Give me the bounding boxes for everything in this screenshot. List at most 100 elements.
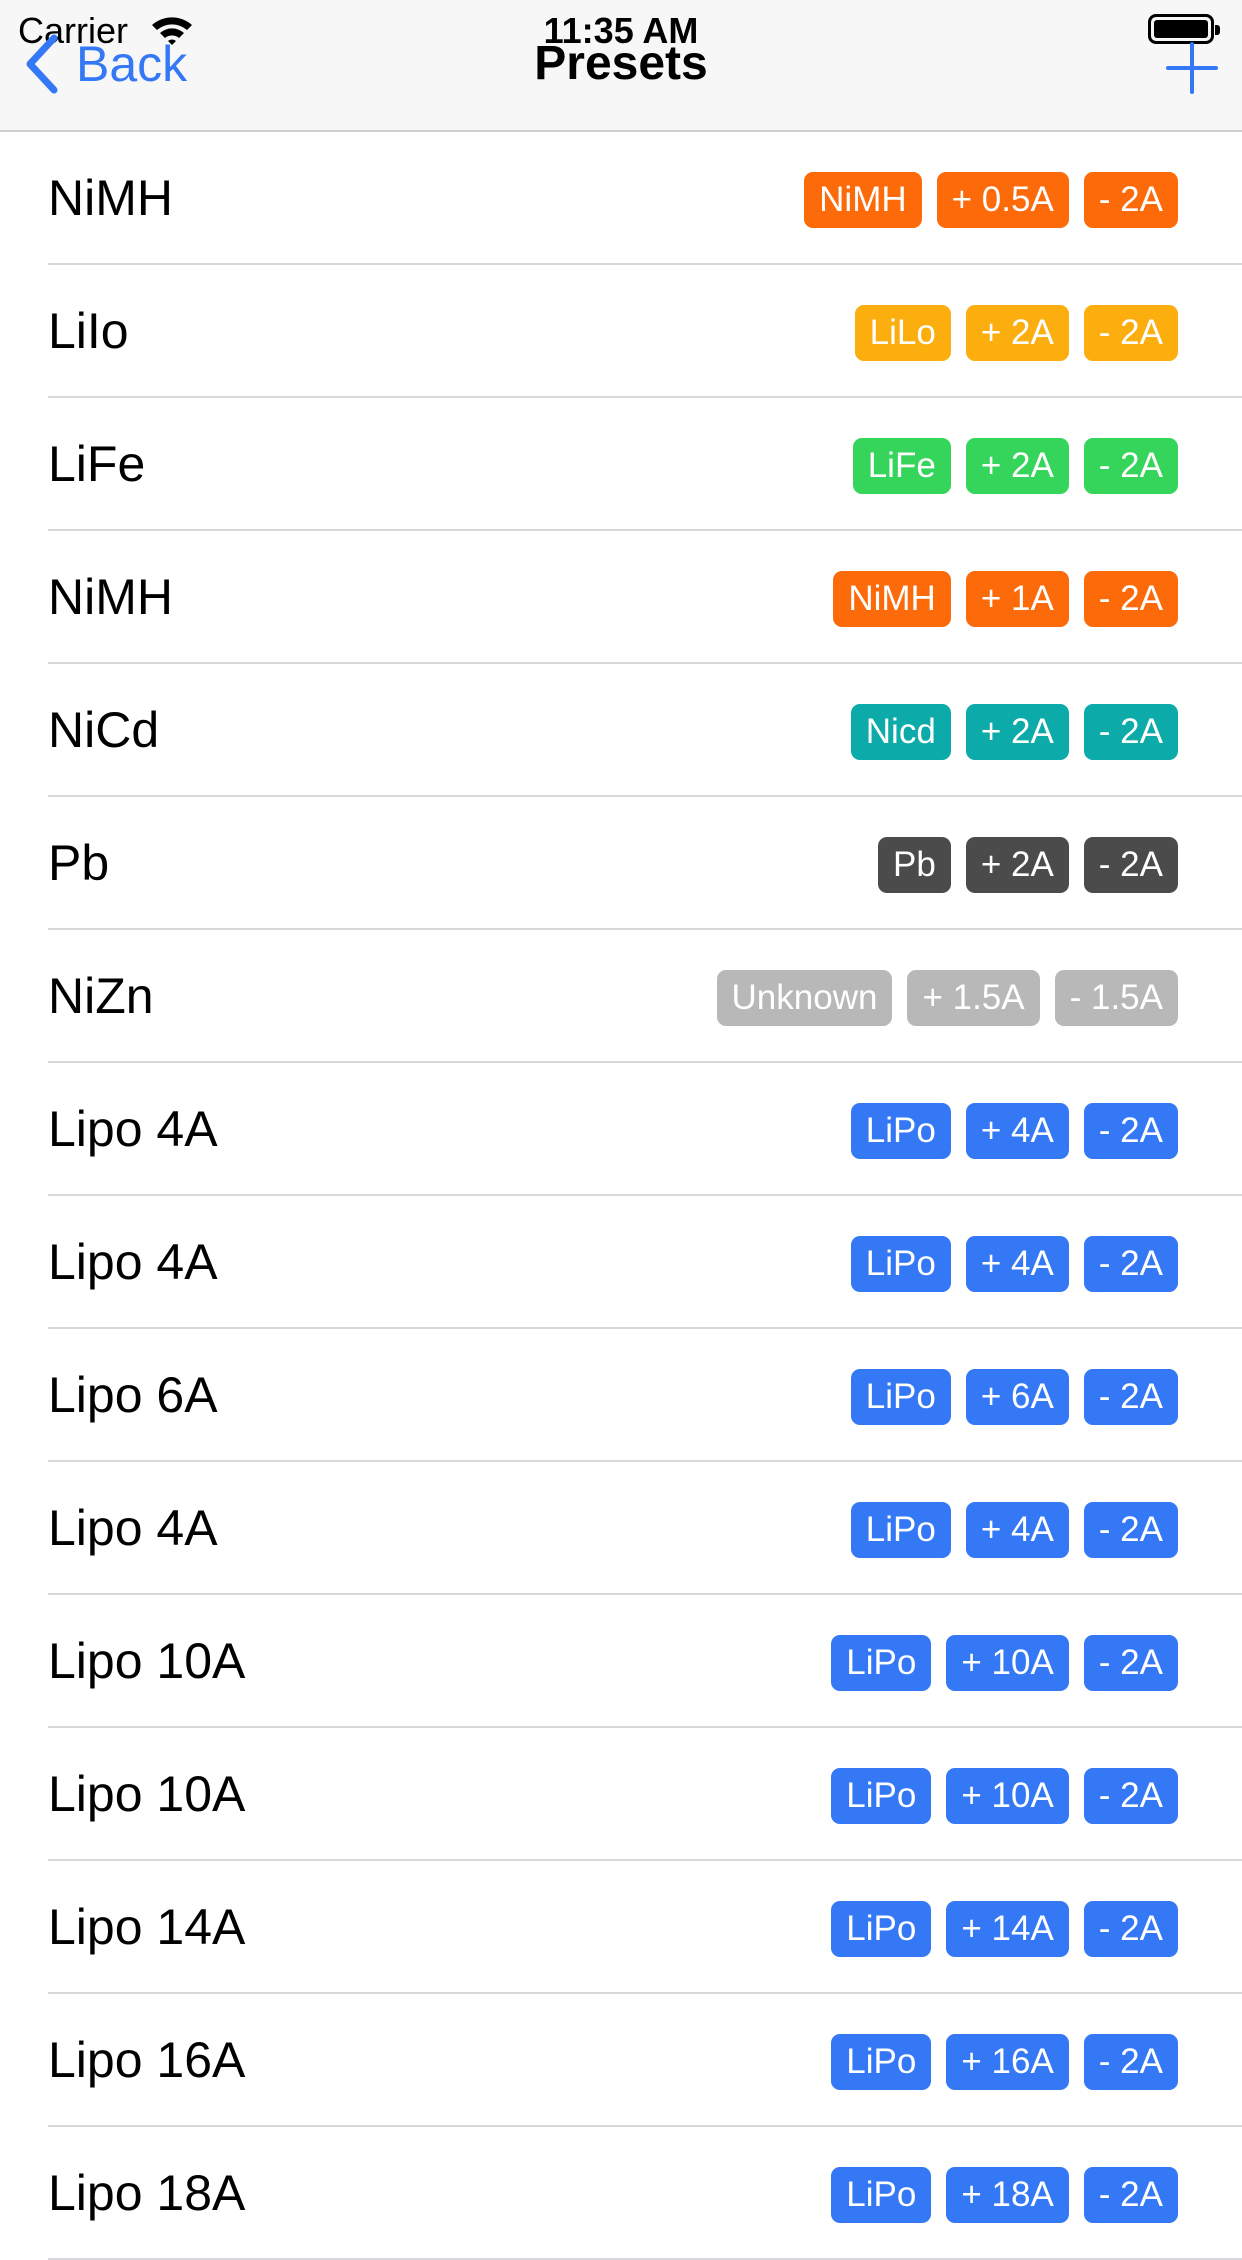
battery-type-badge: Pb	[878, 837, 951, 893]
battery-type-badge: Nicd	[850, 704, 951, 760]
preset-row[interactable]: LiFe LiFe + 2A - 2A	[0, 398, 1242, 531]
preset-row[interactable]: NiZn Unknown + 1.5A - 1.5A	[0, 930, 1242, 1063]
charge-current-badge: + 0.5A	[936, 172, 1069, 228]
battery-type-badge: LiPo	[850, 1502, 951, 1558]
preset-tags: LiPo + 6A - 2A	[850, 1369, 1178, 1425]
preset-row[interactable]: Lipo 16A LiPo + 16A - 2A	[0, 1994, 1242, 2127]
charge-current-badge: + 4A	[965, 1502, 1069, 1558]
battery-type-badge: LiPo	[831, 2167, 932, 2223]
preset-name: Lipo 4A	[48, 1101, 218, 1157]
battery-type-badge: LiPo	[831, 1768, 932, 1824]
preset-tags: LiLo + 2A - 2A	[854, 305, 1178, 361]
preset-tags: LiPo + 4A - 2A	[850, 1236, 1178, 1292]
charge-current-badge: + 18A	[946, 2167, 1069, 2223]
preset-name: Lipo 4A	[48, 1234, 218, 1290]
preset-tags: LiPo + 4A - 2A	[850, 1103, 1178, 1159]
preset-row[interactable]: Lipo 4A LiPo + 4A - 2A	[0, 1063, 1242, 1196]
preset-tags: Nicd + 2A - 2A	[850, 704, 1178, 760]
charge-current-badge: + 1A	[965, 571, 1069, 627]
preset-row[interactable]: Lipo 18A LiPo + 18A - 2A	[0, 2127, 1242, 2260]
discharge-current-badge: - 2A	[1083, 1369, 1178, 1425]
battery-type-badge: Unknown	[716, 970, 893, 1026]
battery-type-badge: LiPo	[850, 1369, 951, 1425]
discharge-current-badge: - 2A	[1083, 571, 1178, 627]
charge-current-badge: + 2A	[965, 438, 1069, 494]
preset-tags: LiPo + 10A - 2A	[831, 1635, 1178, 1691]
preset-row[interactable]: LiIo LiLo + 2A - 2A	[0, 265, 1242, 398]
discharge-current-badge: - 1.5A	[1054, 970, 1178, 1026]
preset-tags: NiMH + 1A - 2A	[833, 571, 1178, 627]
battery-type-badge: LiPo	[831, 2034, 932, 2090]
preset-row[interactable]: NiMH NiMH + 0.5A - 2A	[0, 132, 1242, 265]
discharge-current-badge: - 2A	[1083, 438, 1178, 494]
preset-row[interactable]: NiMH NiMH + 1A - 2A	[0, 531, 1242, 664]
battery-type-badge: LiPo	[831, 1635, 932, 1691]
discharge-current-badge: - 2A	[1083, 2034, 1178, 2090]
preset-name: Lipo 18A	[48, 2165, 246, 2221]
preset-tags: LiPo + 16A - 2A	[831, 2034, 1178, 2090]
preset-tags: Pb + 2A - 2A	[878, 837, 1178, 893]
preset-row[interactable]: Lipo 14A LiPo + 14A - 2A	[0, 1861, 1242, 1994]
preset-name: Lipo 16A	[48, 2032, 246, 2088]
discharge-current-badge: - 2A	[1083, 1901, 1178, 1957]
preset-name: Lipo 14A	[48, 1899, 246, 1955]
discharge-current-badge: - 2A	[1083, 1103, 1178, 1159]
preset-row[interactable]: Lipo 10A LiPo + 10A - 2A	[0, 1595, 1242, 1728]
preset-row[interactable]: Lipo 10A LiPo + 10A - 2A	[0, 1728, 1242, 1861]
battery-type-badge: LiFe	[852, 438, 951, 494]
battery-type-badge: LiPo	[831, 1901, 932, 1957]
charge-current-badge: + 1.5A	[907, 970, 1040, 1026]
preset-tags: NiMH + 0.5A - 2A	[804, 172, 1178, 228]
battery-type-badge: LiPo	[850, 1236, 951, 1292]
add-preset-button[interactable]	[1164, 40, 1220, 96]
preset-name: NiMH	[48, 170, 173, 226]
charge-current-badge: + 16A	[946, 2034, 1069, 2090]
preset-name: NiMH	[48, 569, 173, 625]
preset-name: Lipo 6A	[48, 1367, 218, 1423]
charge-current-badge: + 10A	[946, 1635, 1069, 1691]
preset-row[interactable]: NiCd Nicd + 2A - 2A	[0, 664, 1242, 797]
presets-list: NiMH NiMH + 0.5A - 2A LiIo LiLo + 2A - 2A LiFe Li…	[0, 132, 1242, 2260]
preset-name: LiFe	[48, 436, 146, 492]
preset-tags: LiPo + 4A - 2A	[850, 1502, 1178, 1558]
charge-current-badge: + 14A	[946, 1901, 1069, 1957]
discharge-current-badge: - 2A	[1083, 1768, 1178, 1824]
discharge-current-badge: - 2A	[1083, 2167, 1178, 2223]
preset-name: Lipo 10A	[48, 1766, 246, 1822]
battery-type-badge: NiMH	[833, 571, 951, 627]
preset-row[interactable]: Lipo 4A LiPo + 4A - 2A	[0, 1196, 1242, 1329]
preset-name: Lipo 4A	[48, 1500, 218, 1556]
preset-row[interactable]: Lipo 4A LiPo + 4A - 2A	[0, 1462, 1242, 1595]
page-title: Presets	[534, 37, 708, 90]
preset-tags: LiFe + 2A - 2A	[852, 438, 1178, 494]
preset-tags: LiPo + 18A - 2A	[831, 2167, 1178, 2223]
discharge-current-badge: - 2A	[1083, 1236, 1178, 1292]
charge-current-badge: + 2A	[965, 704, 1069, 760]
preset-name: NiCd	[48, 702, 160, 758]
preset-row[interactable]: Lipo 6A LiPo + 6A - 2A	[0, 1329, 1242, 1462]
charge-current-badge: + 2A	[965, 837, 1069, 893]
discharge-current-badge: - 2A	[1083, 837, 1178, 893]
preset-name: LiIo	[48, 303, 129, 359]
discharge-current-badge: - 2A	[1083, 172, 1178, 228]
preset-name: Pb	[48, 835, 110, 891]
navigation-bar: Carrier 11:35 AM Back Presets	[0, 0, 1242, 132]
battery-type-badge: LiPo	[850, 1103, 951, 1159]
discharge-current-badge: - 2A	[1083, 305, 1178, 361]
preset-tags: Unknown + 1.5A - 1.5A	[716, 970, 1178, 1026]
charge-current-badge: + 6A	[965, 1369, 1069, 1425]
plus-icon	[1166, 42, 1218, 94]
battery-type-badge: NiMH	[804, 172, 922, 228]
discharge-current-badge: - 2A	[1083, 1635, 1178, 1691]
battery-type-badge: LiLo	[854, 305, 951, 361]
discharge-current-badge: - 2A	[1083, 1502, 1178, 1558]
preset-row[interactable]: Pb Pb + 2A - 2A	[0, 797, 1242, 930]
charge-current-badge: + 4A	[965, 1103, 1069, 1159]
preset-tags: LiPo + 10A - 2A	[831, 1768, 1178, 1824]
charge-current-badge: + 4A	[965, 1236, 1069, 1292]
preset-name: NiZn	[48, 968, 154, 1024]
charge-current-badge: + 2A	[965, 305, 1069, 361]
preset-tags: LiPo + 14A - 2A	[831, 1901, 1178, 1957]
preset-name: Lipo 10A	[48, 1633, 246, 1689]
charge-current-badge: + 10A	[946, 1768, 1069, 1824]
